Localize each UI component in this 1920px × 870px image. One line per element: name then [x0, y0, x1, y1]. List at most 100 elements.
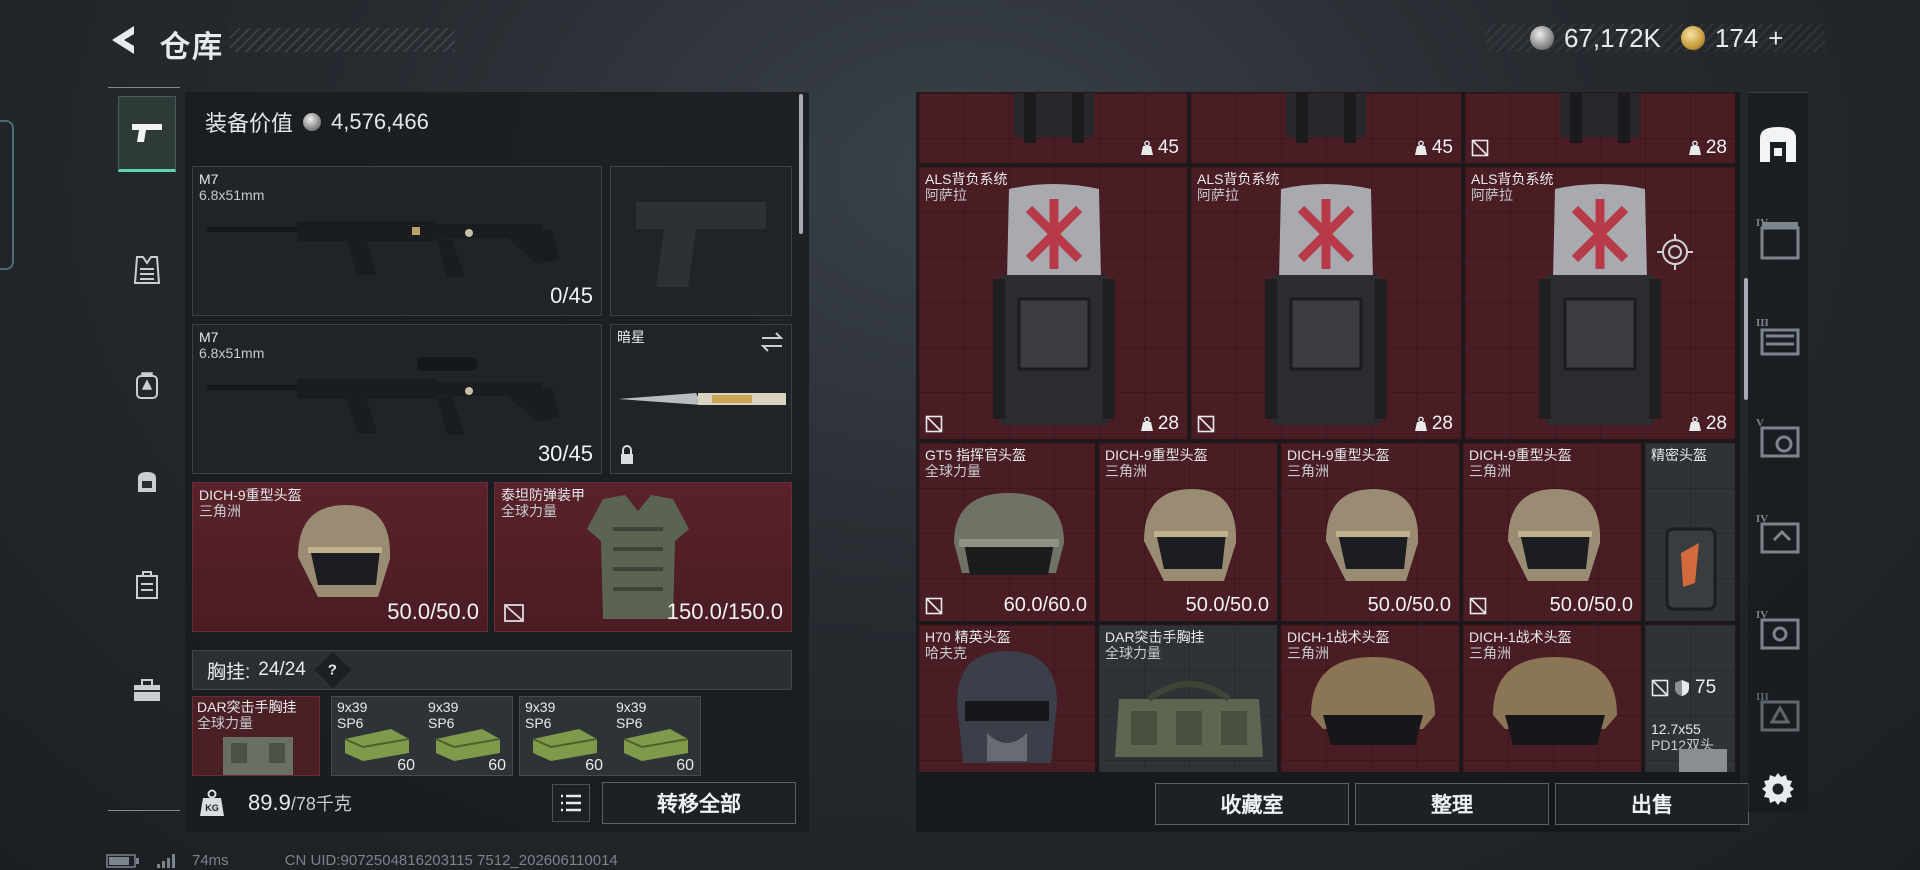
organize-button[interactable]: 整理: [1355, 783, 1549, 825]
storage-item-small[interactable]: 精密头盔: [1644, 442, 1736, 622]
item-count-value: 75: [1695, 677, 1717, 698]
no-insure-icon: [925, 597, 943, 615]
storage-box-icon: III: [1756, 317, 1800, 356]
ammo-box-icon: [1679, 749, 1727, 772]
item-durability: 50.0/50.0: [1549, 594, 1633, 616]
storage-tier-5[interactable]: IV: [1752, 604, 1804, 656]
weight-small-icon: [1688, 140, 1701, 155]
pistol-icon: [132, 124, 162, 142]
weapon-name: M7: [199, 329, 219, 345]
helmet-name: DICH-9重型头盔: [199, 487, 302, 503]
backpack-straps-icon: [1560, 93, 1640, 143]
item-durability: 50.0/50.0: [1367, 594, 1451, 616]
category-case[interactable]: [118, 547, 176, 623]
item-count: 45: [1140, 137, 1179, 159]
ping-value: 74ms: [192, 852, 229, 869]
item-count-value: 28: [1431, 413, 1453, 434]
storage-item-ammo[interactable]: 75 12.7x55 PD12双头: [1644, 624, 1736, 772]
transfer-all-button[interactable]: 转移全部: [602, 782, 796, 824]
ammo-item[interactable]: 9x39 SP6 60: [333, 697, 421, 775]
storage-item-helmet[interactable]: DICH-9重型头盔 三角洲 50.0/50.0: [1280, 442, 1460, 622]
ammo-caliber: 9x39: [337, 699, 368, 715]
status-bar: 74ms CN UID:9072504816203115 7512_202606…: [106, 852, 618, 869]
no-insure-icon: [1651, 679, 1669, 697]
storage-item[interactable]: 45: [1190, 92, 1462, 164]
storage-item-helmet[interactable]: DICH-1战术头盔 三角洲: [1280, 624, 1460, 772]
storage-item-helmet[interactable]: H70 精英头盔 哈夫克: [918, 624, 1096, 772]
storage-item-chest-rig[interactable]: DAR突击手胸挂 全球力量: [1098, 624, 1278, 772]
lock-icon: [621, 445, 633, 464]
backpack-icon: [136, 372, 158, 399]
item-faction: 三角洲: [1287, 463, 1329, 479]
title-hatch-decoration: [230, 28, 455, 52]
storage-item-backpack[interactable]: ALS背负系统 阿萨拉 28: [1464, 166, 1736, 440]
rifle-icon: [207, 221, 559, 277]
helmet-icon: [1311, 657, 1435, 745]
sell-button[interactable]: 出售: [1555, 783, 1749, 825]
melee-slot[interactable]: 暗星: [610, 324, 792, 474]
ammo-count: 60: [585, 757, 603, 774]
primary-weapon-slot-2[interactable]: M7 6.8x51mm 30/45: [192, 324, 602, 474]
category-backpack[interactable]: [118, 347, 176, 423]
backpack-straps-icon: [1286, 93, 1366, 143]
storage-item-helmet[interactable]: DICH-9重型头盔 三角洲 50.0/50.0: [1098, 442, 1278, 622]
category-toolbox[interactable]: [118, 652, 176, 728]
storage-item-helmet[interactable]: GT5 指挥官头盔 全球力量 60.0/60.0: [918, 442, 1096, 622]
back-button[interactable]: [104, 20, 144, 60]
help-button[interactable]: ?: [314, 651, 352, 689]
no-insure-icon: [1469, 597, 1487, 615]
item-name: DICH-9重型头盔: [1287, 447, 1390, 463]
battery-icon: [106, 853, 139, 868]
side-drawer-handle[interactable]: [0, 120, 14, 270]
helmet-slot[interactable]: DICH-9重型头盔 三角洲 50.0/50.0: [192, 482, 488, 632]
storage-item[interactable]: 45: [918, 92, 1188, 164]
ammo-caliber: 9x39: [525, 699, 556, 715]
sidearm-slot[interactable]: [610, 166, 792, 316]
helmet-icon: [954, 493, 1064, 575]
ammo-count: 60: [488, 757, 506, 774]
rail-divider: [108, 87, 180, 88]
primary-weapon-slot-1[interactable]: M7 6.8x51mm 0/45: [192, 166, 602, 316]
weight-small-icon: [1140, 416, 1153, 431]
settings-button[interactable]: [1752, 762, 1804, 814]
item-faction: 全球力量: [1105, 645, 1161, 661]
collection-room-button[interactable]: 收藏室: [1155, 783, 1349, 825]
storage-tier-6[interactable]: III: [1752, 692, 1804, 732]
armor-slot[interactable]: 泰坦防弹装甲 全球力量 150.0/150.0: [494, 482, 792, 632]
storage-item-helmet[interactable]: DICH-9重型头盔 三角洲 50.0/50.0: [1462, 442, 1642, 622]
weapon-name: M7: [199, 171, 219, 187]
category-bag[interactable]: [118, 444, 176, 520]
item-count-value: 28: [1705, 137, 1727, 158]
ammo-item[interactable]: 9x39 SP6 60: [424, 697, 512, 775]
item-count: 75: [1651, 677, 1716, 699]
storage-item-helmet[interactable]: DICH-1战术头盔 三角洲: [1462, 624, 1642, 772]
weight-max: /78千克: [290, 794, 352, 814]
no-insure-icon: [1197, 415, 1215, 433]
ammo-item[interactable]: 9x39 SP6 60: [521, 697, 609, 775]
storage-item-backpack[interactable]: ALS背负系统 阿萨拉 28: [918, 166, 1188, 440]
list-view-button[interactable]: [552, 784, 590, 822]
armor-plate-icon: [1665, 527, 1717, 611]
signal-icon: [157, 853, 175, 868]
ammo-caliber: 12.7x55: [1651, 721, 1701, 737]
chest-rig-item[interactable]: DAR突击手胸挂 全球力量: [192, 696, 320, 776]
ammo-count: 30/45: [537, 441, 593, 466]
storage-item-backpack[interactable]: ALS背负系统 阿萨拉 28: [1190, 166, 1462, 440]
swap-icon[interactable]: [759, 331, 785, 353]
storage-overview-button[interactable]: [1752, 118, 1804, 170]
armor-faction: 全球力量: [501, 503, 557, 519]
storage-item[interactable]: 28: [1464, 92, 1736, 164]
item-count: 28: [1688, 413, 1727, 435]
storage-tier-2[interactable]: III: [1752, 312, 1804, 364]
storage-tier-3[interactable]: V: [1752, 412, 1804, 464]
storage-tier-4[interactable]: IV: [1752, 508, 1804, 560]
weight-small-icon: [1688, 416, 1701, 431]
storage-tier-1[interactable]: IV: [1752, 212, 1804, 264]
loadout-scrollbar[interactable]: [799, 94, 803, 234]
category-armor[interactable]: [118, 232, 176, 308]
category-weapons[interactable]: [118, 96, 176, 172]
ammo-item[interactable]: 9x39 SP6 60: [612, 697, 700, 775]
storage-grid: 45 45 28 ALS背负系统 阿萨拉 28 ALS背负系统 阿萨拉 28 A…: [918, 92, 1736, 772]
page-title: 仓库: [160, 31, 224, 64]
add-currency-button[interactable]: +: [1768, 23, 1783, 54]
